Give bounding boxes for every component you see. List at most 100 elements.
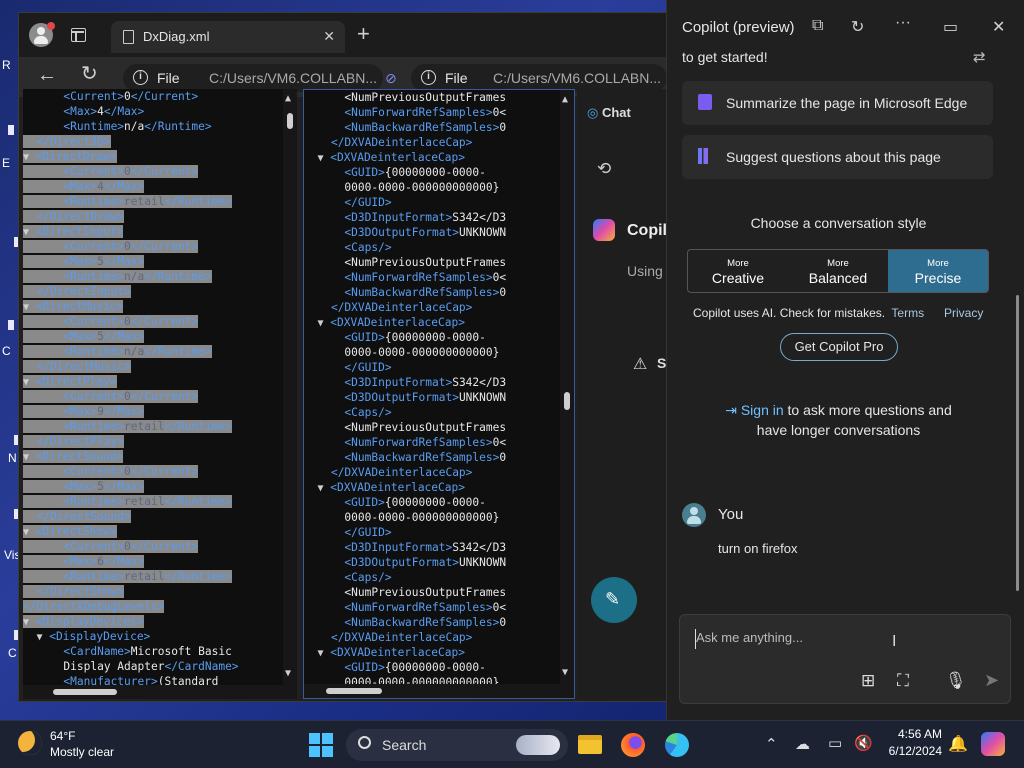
- xml-pane-right[interactable]: <NumPreviousOutputFrames <NumForwardRefS…: [303, 89, 575, 699]
- profile-avatar[interactable]: [29, 22, 55, 47]
- xml-line: <GUID>{00000000-0000-: [344, 496, 486, 509]
- xml-line: </DXVADeinterlaceCap>: [330, 466, 473, 479]
- xml-line: ▼ <DisplayDevices>: [23, 615, 144, 628]
- new-tab-icon[interactable]: +: [357, 23, 370, 45]
- horizontal-scrollbar[interactable]: [304, 684, 574, 698]
- xml-line: </GUID>: [344, 526, 392, 539]
- vertical-scrollbar[interactable]: ▲ ▼: [283, 89, 297, 699]
- sign-in-icon: ⇥: [725, 402, 741, 418]
- address-field-right[interactable]: i File C:/Users/VM6.COLLABN...: [411, 64, 667, 92]
- suggestion-questions[interactable]: Suggest questions about this page: [682, 135, 993, 179]
- chat-input-box[interactable]: Ask me anything... I ⊞ ⛶ 🎙 ➤: [679, 614, 1011, 704]
- scrollbar-thumb[interactable]: [287, 113, 293, 129]
- xml-line: <Caps/>: [344, 571, 392, 584]
- weather-desc: Mostly clear: [50, 745, 115, 759]
- copilot-taskbar-icon[interactable]: [981, 732, 1005, 756]
- tab-actions-icon[interactable]: [71, 28, 86, 42]
- desktop-icon[interactable]: [8, 320, 14, 330]
- microphone-icon[interactable]: 🎙: [945, 671, 967, 691]
- desktop-icon-label[interactable]: E: [2, 156, 10, 170]
- split-screen-icon[interactable]: ⊘: [385, 70, 397, 86]
- edge-icon[interactable]: [665, 733, 689, 757]
- xml-line: <Runtime>retail</Runtime>: [23, 194, 297, 209]
- close-icon[interactable]: ✕: [992, 17, 1005, 37]
- chat-pane-behind: ◎ Chat ⟲ Copilo Using ⚠ S ✎: [577, 89, 667, 699]
- tab-title: DxDiag.xml: [143, 29, 210, 44]
- sidebar-layout-icon[interactable]: ▭: [943, 17, 958, 37]
- xml-line: Display Adapter</CardName>: [23, 660, 239, 673]
- history-icon[interactable]: ⟲: [597, 159, 611, 179]
- xml-line: 0000-0000-000000000000}: [304, 181, 500, 194]
- scrollbar-thumb[interactable]: [53, 689, 117, 695]
- style-creative-button[interactable]: More Creative: [688, 250, 788, 292]
- suggestion-refresh-icon[interactable]: ⇄: [973, 48, 986, 66]
- xml-line: <D3DInputFormat>S342</D3: [344, 541, 507, 554]
- xml-line: <NumBackwardRefSamples>0: [344, 451, 507, 464]
- firefox-icon[interactable]: [621, 733, 645, 757]
- scrollbar-thumb[interactable]: [564, 392, 570, 410]
- xml-line: <GUID>{00000000-0000-: [344, 331, 486, 344]
- desktop-icon-label[interactable]: C: [8, 646, 17, 660]
- refresh-icon[interactable]: ↻: [81, 64, 98, 84]
- xml-line: <D3DOutputFormat>UNKNOWN: [344, 556, 507, 569]
- sign-in-link[interactable]: Sign in: [741, 402, 784, 418]
- info-icon[interactable]: i: [421, 70, 436, 85]
- display-icon[interactable]: ▭: [828, 734, 842, 752]
- screenshot-icon[interactable]: ⛶: [897, 671, 909, 691]
- address-field-left[interactable]: i File C:/Users/VM6.COLLABN...: [123, 64, 383, 92]
- xml-line: <NumForwardRefSamples>0<: [344, 271, 507, 284]
- privacy-link[interactable]: Privacy: [944, 306, 983, 320]
- copilot-partial-title: Copilo: [627, 222, 667, 239]
- document-icon: [123, 30, 134, 44]
- weather-moon-icon: [18, 731, 42, 755]
- chat-tab[interactable]: ◎ Chat: [587, 105, 631, 121]
- desktop-icon[interactable]: [8, 125, 14, 135]
- xml-line: </DirectDraw>: [23, 209, 297, 224]
- desktop-icon-label[interactable]: N: [8, 451, 17, 465]
- xml-line: <NumPreviousOutputFrames: [304, 256, 507, 269]
- chat-input[interactable]: Ask me anything...: [695, 629, 955, 649]
- warning-icon: ⚠: [633, 356, 648, 373]
- style-balanced-button[interactable]: More Balanced: [788, 250, 888, 292]
- disclaimer-text: Copilot uses AI. Check for mistakes.: [693, 306, 886, 320]
- xml-pane-left[interactable]: <Current>0</Current> <Max>4</Max> <Runti…: [23, 89, 297, 699]
- horizontal-scrollbar[interactable]: [23, 685, 297, 699]
- close-tab-icon[interactable]: ✕: [323, 28, 335, 45]
- xml-line: ▼ <DisplayDevice>: [36, 630, 151, 643]
- taskbar-search[interactable]: Search: [346, 729, 568, 761]
- style-precise-button[interactable]: More Precise: [888, 250, 988, 292]
- start-windows-icon[interactable]: [309, 733, 333, 757]
- refresh-icon[interactable]: ↻: [851, 17, 864, 37]
- new-chat-button[interactable]: ✎: [591, 577, 637, 623]
- desktop-icon-label[interactable]: C: [2, 344, 11, 358]
- network-icon[interactable]: ☁: [795, 735, 810, 753]
- info-icon[interactable]: i: [133, 70, 148, 85]
- volume-icon[interactable]: 🔇: [854, 734, 873, 752]
- user-avatar: [682, 503, 706, 527]
- add-image-icon[interactable]: ⊞: [861, 671, 875, 691]
- notification-bell-icon[interactable]: 🔔: [948, 734, 968, 754]
- sidebar-scrollbar[interactable]: [1016, 295, 1019, 591]
- sign-in-prompt: ⇥ Sign in to ask more questions and have…: [667, 400, 1010, 440]
- xml-line: <Current>0</Current>: [23, 239, 297, 254]
- tab-dxdiag[interactable]: DxDiag.xml ✕: [111, 21, 345, 53]
- show-hidden-icons[interactable]: ⌃: [765, 735, 778, 753]
- clock[interactable]: 4:56 AM 6/12/2024: [884, 727, 942, 758]
- weather-widget[interactable]: 64°F Mostly clear: [16, 727, 126, 763]
- get-copilot-pro-button[interactable]: Get Copilot Pro: [780, 333, 898, 361]
- file-explorer-icon[interactable]: [578, 735, 602, 754]
- xml-line: <Current>0</Current>: [23, 389, 297, 404]
- terms-link[interactable]: Terms: [891, 306, 924, 320]
- suggestion-label: Summarize the page in Microsoft Edge: [726, 95, 968, 111]
- vertical-scrollbar[interactable]: ▲ ▼: [560, 90, 574, 698]
- more-options-icon[interactable]: ···: [895, 14, 911, 32]
- back-icon[interactable]: ←: [37, 65, 57, 85]
- open-in-new-icon[interactable]: ⧉: [812, 17, 823, 35]
- style-big-label: Creative: [711, 270, 765, 286]
- desktop-icon-label[interactable]: R: [2, 58, 11, 72]
- suggestion-summarize[interactable]: Summarize the page in Microsoft Edge: [682, 81, 993, 125]
- scrollbar-thumb[interactable]: [326, 688, 382, 694]
- xml-lines: <NumPreviousOutputFrames <NumForwardRefS…: [304, 90, 574, 690]
- address-path: C:/Users/VM6.COLLABN...: [209, 70, 378, 86]
- send-icon[interactable]: ➤: [984, 670, 999, 691]
